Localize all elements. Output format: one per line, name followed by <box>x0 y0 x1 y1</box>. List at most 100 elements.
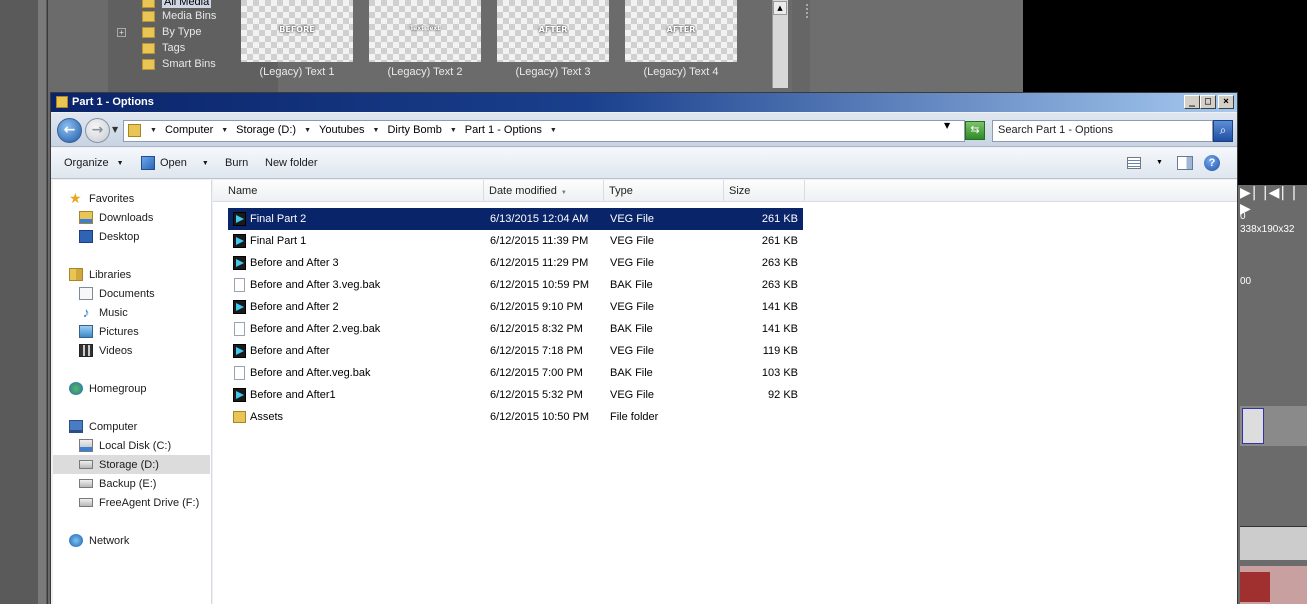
breadcrumb-dirty-bomb[interactable]: Dirty Bomb <box>387 124 441 136</box>
nav-favorites[interactable]: ★ Favorites <box>69 189 226 208</box>
column-headers: Name Date modified ▼ Type Size <box>213 180 1237 202</box>
media-thumbnail[interactable]: Text Text <box>369 0 481 62</box>
video-clip[interactable] <box>1242 408 1264 444</box>
local-disk-icon <box>79 439 93 452</box>
file-row[interactable]: Before and After1 6/12/2015 5:32 PM VEG … <box>228 384 803 406</box>
panel-splitter[interactable] <box>792 0 810 92</box>
chevron-down-icon[interactable]: ▼ <box>304 127 311 134</box>
tree-item-by-type[interactable]: By Type <box>142 24 202 40</box>
editor-left-strip <box>0 0 48 604</box>
breadcrumb-computer[interactable]: Computer <box>165 124 213 136</box>
vegas-file-icon <box>233 256 246 270</box>
nav-local-disk-c[interactable]: Local Disk (C:) <box>79 436 210 455</box>
tree-item-smart-bins[interactable]: Smart Bins <box>142 56 216 72</box>
breadcrumb-youtubes[interactable]: Youtubes <box>319 124 364 136</box>
timeline-video-track[interactable] <box>1240 406 1307 446</box>
tree-item-tags[interactable]: Tags <box>142 40 185 56</box>
command-bar: Organize ▼ Open ▼ Burn New folder ▼ ? <box>51 148 1237 179</box>
address-field[interactable]: ▼ Computer ▼ Storage (D:) ▼ Youtubes ▼ D… <box>123 120 965 142</box>
documents-icon <box>79 287 93 300</box>
new-folder-button[interactable]: New folder <box>265 157 318 169</box>
timeline-track[interactable] <box>1240 526 1307 560</box>
open-app-icon <box>141 156 155 170</box>
nav-freeagent-f[interactable]: FreeAgent Drive (F:) <box>79 493 210 512</box>
thumbnail-label: (Legacy) Text 3 <box>515 66 591 78</box>
media-thumbnail[interactable]: AFTER <box>625 0 737 62</box>
forward-button[interactable]: → <box>85 118 110 143</box>
minimize-button[interactable]: _ <box>1184 95 1200 109</box>
file-row[interactable]: Assets 6/12/2015 10:50 PM File folder <box>228 406 803 428</box>
file-row[interactable]: Before and After 3.veg.bak 6/12/2015 10:… <box>228 274 803 296</box>
resolution-readout: 338x190x32 <box>1240 224 1295 235</box>
chevron-down-icon: ▼ <box>201 159 209 167</box>
scroll-up-arrow-icon[interactable]: ▲ <box>773 1 787 15</box>
column-header-name[interactable]: Name <box>223 180 484 202</box>
file-row[interactable]: Before and After 2.veg.bak 6/12/2015 8:3… <box>228 318 803 340</box>
drive-icon <box>79 498 93 507</box>
burn-button[interactable]: Burn <box>225 157 248 169</box>
chevron-down-icon[interactable]: ▼ <box>221 127 228 134</box>
recent-pages-dropdown-icon[interactable]: ▼ <box>112 125 118 134</box>
computer-icon <box>69 420 83 433</box>
file-row[interactable]: Final Part 1 6/12/2015 11:39 PM VEG File… <box>228 230 803 252</box>
timeline-audio-track[interactable] <box>1240 566 1307 604</box>
refresh-button[interactable]: ⇆ <box>965 121 985 140</box>
media-scrollbar[interactable]: ▲ <box>772 0 788 88</box>
column-header-size[interactable]: Size <box>724 180 805 202</box>
file-row[interactable]: Final Part 2 6/13/2015 12:04 AM VEG File… <box>228 208 803 230</box>
column-header-date-modified[interactable]: Date modified ▼ <box>484 180 604 202</box>
navigation-pane: ★ Favorites Downloads Desktop Libraries D… <box>53 180 212 604</box>
back-button[interactable]: ← <box>57 118 82 143</box>
chevron-down-icon[interactable]: ▼ <box>550 127 557 134</box>
blank-file-icon <box>234 278 245 292</box>
search-icon[interactable]: ⌕ <box>1213 120 1233 142</box>
nav-backup-e[interactable]: Backup (E:) <box>79 474 210 493</box>
search-input[interactable]: Search Part 1 - Options <box>992 120 1213 142</box>
nav-computer[interactable]: Computer <box>69 417 226 436</box>
drive-icon <box>79 479 93 488</box>
chevron-down-icon[interactable]: ▼ <box>1156 159 1163 166</box>
nav-homegroup[interactable]: Homegroup <box>69 379 226 398</box>
file-row[interactable]: Before and After.veg.bak 6/12/2015 7:00 … <box>228 362 803 384</box>
folder-icon <box>128 124 141 137</box>
chevron-down-icon[interactable]: ▼ <box>373 127 380 134</box>
homegroup-icon <box>69 382 83 395</box>
close-button[interactable]: × <box>1218 95 1234 109</box>
preview-pane-icon[interactable] <box>1177 156 1193 170</box>
folder-icon <box>142 58 155 70</box>
chevron-down-icon[interactable]: ▼ <box>150 127 157 134</box>
thumbnail-label: (Legacy) Text 2 <box>387 66 463 78</box>
file-row[interactable]: Before and After 6/12/2015 7:18 PM VEG F… <box>228 340 803 362</box>
nav-libraries[interactable]: Libraries <box>69 265 226 284</box>
sort-arrow-icon: ▼ <box>560 190 567 196</box>
file-list: Name Date modified ▼ Type Size Final Part… <box>213 180 1237 604</box>
nav-storage-d[interactable]: Storage (D:) <box>53 455 210 474</box>
time-readout: 0 <box>1240 211 1246 222</box>
breadcrumb-part-1-options[interactable]: Part 1 - Options <box>465 124 542 136</box>
organize-button[interactable]: Organize ▼ <box>64 157 124 169</box>
vegas-file-icon <box>233 388 246 402</box>
column-header-type[interactable]: Type <box>604 180 724 202</box>
file-row[interactable]: Before and After 3 6/12/2015 11:29 PM VE… <box>228 252 803 274</box>
star-icon: ★ <box>69 190 82 206</box>
network-icon <box>69 534 83 547</box>
nav-network[interactable]: Network <box>69 531 226 550</box>
title-bar[interactable]: Part 1 - Options _ □ × <box>51 93 1237 112</box>
change-view-icon[interactable] <box>1127 157 1141 169</box>
address-dropdown-icon[interactable]: ▼ <box>944 121 950 130</box>
desktop-icon <box>79 230 93 243</box>
open-button[interactable]: Open ▼ <box>141 156 209 170</box>
explorer-window: Part 1 - Options _ □ × ← → ▼ ▼ Computer … <box>50 92 1238 604</box>
media-thumbnail[interactable]: BEFORE <box>241 0 353 62</box>
tree-item-media-bins[interactable]: Media Bins <box>142 8 216 24</box>
blank-file-icon <box>234 366 245 380</box>
chevron-down-icon[interactable]: ▼ <box>450 127 457 134</box>
maximize-button[interactable]: □ <box>1200 95 1216 109</box>
transport-controls[interactable]: ▶| |◀| |▶ <box>1240 185 1307 217</box>
file-row[interactable]: Before and After 2 6/12/2015 9:10 PM VEG… <box>228 296 803 318</box>
help-icon[interactable]: ? <box>1204 155 1220 171</box>
folder-icon <box>142 26 155 38</box>
media-thumbnail[interactable]: AFTER <box>497 0 609 62</box>
expand-toggle[interactable]: + <box>117 28 126 37</box>
breadcrumb-storage[interactable]: Storage (D:) <box>236 124 296 136</box>
